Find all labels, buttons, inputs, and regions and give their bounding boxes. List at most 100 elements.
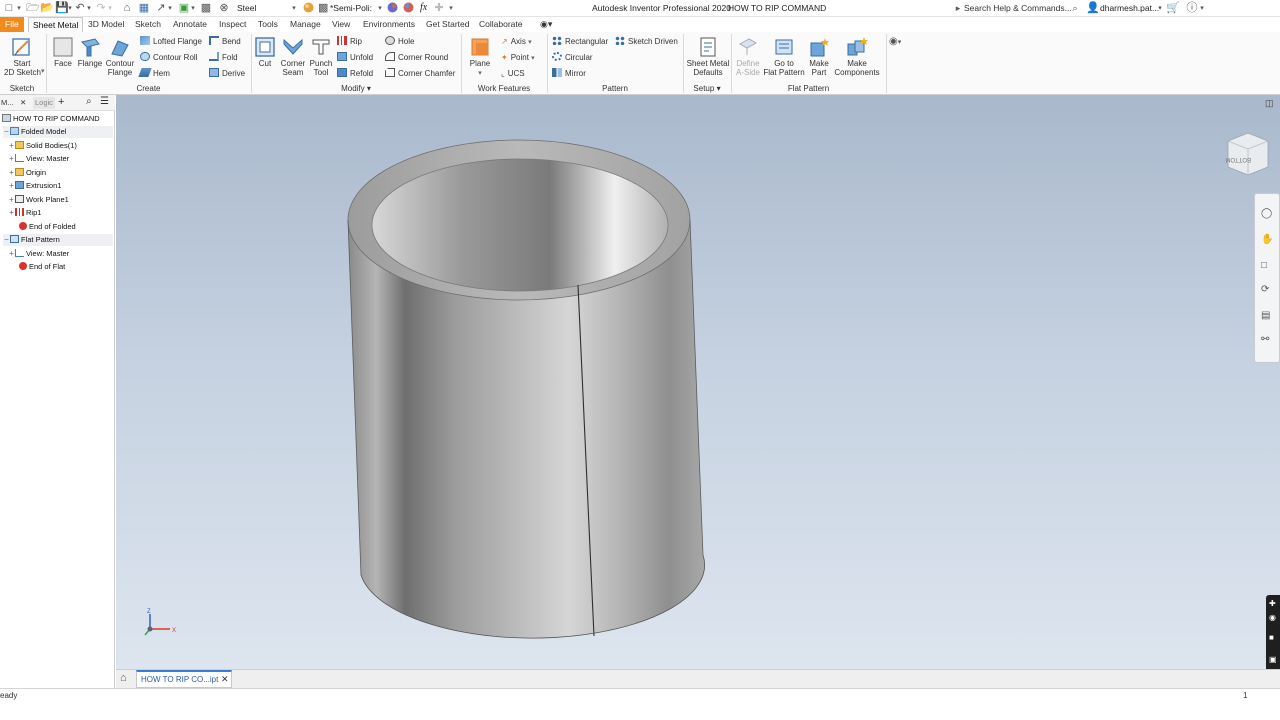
save-dropdown-icon[interactable]: ▾: [67, 2, 73, 15]
orbit-icon[interactable]: ⟳: [1261, 284, 1269, 295]
tab-get-started[interactable]: Get Started: [422, 17, 473, 32]
cut-button[interactable]: Cut: [254, 36, 276, 68]
axis-button[interactable]: ↗ Axis ▾: [501, 36, 532, 48]
plane-button[interactable]: Plane ▾: [466, 36, 494, 78]
define-a-side-button[interactable]: Define A-Side: [734, 36, 762, 77]
zoom-icon[interactable]: □: [1261, 260, 1267, 271]
browser-tab-logic[interactable]: Logic: [33, 97, 55, 109]
expand-icon[interactable]: +: [8, 140, 15, 152]
search-icon[interactable]: ⌕: [1070, 2, 1080, 15]
group-setup-button[interactable]: Setup ▾: [683, 83, 731, 95]
tab-annotate[interactable]: Annotate: [169, 17, 211, 32]
redo-dropdown-icon[interactable]: ▾: [107, 2, 113, 15]
select-dropdown-icon[interactable]: ▾: [167, 2, 173, 15]
tree-item-extrusion1[interactable]: + Extrusion1: [8, 180, 61, 192]
plus-icon[interactable]: ✚: [434, 2, 444, 15]
select-icon[interactable]: ↗: [155, 2, 167, 15]
ucs-button[interactable]: ⌞ UCS: [501, 68, 525, 79]
bend-button[interactable]: Bend: [209, 36, 241, 47]
save-icon[interactable]: 💾: [55, 2, 69, 15]
graphics-viewport[interactable]: BOTTOM ◯ ✋ □ ⟳ ▤ ⚯ ◫ Z X ✚ ◉ ■ ▣ ⚙: [116, 95, 1280, 695]
ribbon-options-icon[interactable]: ◉▾: [889, 36, 901, 48]
measure-icon[interactable]: ▩: [200, 2, 212, 15]
corner-round-button[interactable]: Corner Round: [385, 52, 448, 63]
properties-icon[interactable]: ▦: [138, 2, 150, 15]
pan-icon[interactable]: ✋: [1261, 234, 1273, 245]
fold-button[interactable]: Fold: [209, 52, 238, 63]
material-dropdown-icon[interactable]: ▾: [290, 2, 298, 15]
contour-flange-button[interactable]: Contour Flange: [104, 36, 136, 77]
search-help-input[interactable]: Search Help & Commands...: [964, 3, 1072, 14]
face-button[interactable]: Face: [50, 36, 76, 68]
redo-icon[interactable]: ↷: [95, 2, 107, 15]
tree-item-folded-model[interactable]: − Folded Model: [3, 126, 113, 138]
help-dropdown-icon[interactable]: ▾: [1198, 2, 1206, 15]
contour-roll-button[interactable]: Contour Roll: [140, 52, 197, 63]
appearance-ball-icon[interactable]: [302, 2, 314, 15]
browser-tab-model[interactable]: M...: [1, 97, 14, 109]
expand-icon[interactable]: +: [8, 167, 15, 179]
rip-button[interactable]: Rip: [337, 36, 362, 47]
derive-button[interactable]: Derive: [209, 68, 245, 79]
tab-file[interactable]: File: [0, 17, 24, 32]
make-part-button[interactable]: Make Part: [806, 36, 832, 77]
hole-button[interactable]: Hole: [385, 36, 414, 47]
undo-dropdown-icon[interactable]: ▾: [86, 2, 92, 15]
material-icon[interactable]: ⊗: [218, 2, 230, 15]
tab-inspect[interactable]: Inspect: [215, 17, 250, 32]
search-icon[interactable]: ⌕: [86, 96, 92, 108]
start-2d-sketch-button[interactable]: Start 2D Sketch: [4, 36, 41, 77]
tab-view[interactable]: View: [328, 17, 354, 32]
expand-icon[interactable]: +: [8, 207, 15, 219]
collapse-icon[interactable]: −: [3, 126, 10, 138]
lofted-flange-button[interactable]: Lofted Flange: [140, 36, 202, 47]
tab-collaborate[interactable]: Collaborate: [475, 17, 526, 32]
material-select[interactable]: Steel: [237, 3, 256, 14]
tab-sheet-metal[interactable]: Sheet Metal: [28, 17, 84, 32]
maximize-viewport-icon[interactable]: ◫: [1265, 98, 1274, 109]
new-icon[interactable]: □: [3, 2, 15, 15]
corner-seam-button[interactable]: Corner Seam: [278, 36, 308, 77]
sketch-driven-pattern-button[interactable]: Sketch Driven: [615, 36, 678, 47]
make-components-button[interactable]: Make Components: [833, 36, 881, 77]
tree-item-flat-pattern[interactable]: − Flat Pattern: [3, 234, 113, 246]
go-to-flat-pattern-button[interactable]: Go to Flat Pattern: [763, 36, 805, 77]
tab-manage[interactable]: Manage: [286, 17, 325, 32]
new-dropdown-icon[interactable]: ▾: [15, 2, 23, 15]
home-icon[interactable]: ⌂: [120, 672, 127, 684]
plus-icon[interactable]: ✚: [1269, 599, 1276, 608]
viewcube[interactable]: BOTTOM: [1224, 129, 1272, 179]
record-icon[interactable]: ■: [1269, 633, 1274, 642]
rectangular-pattern-button[interactable]: Rectangular: [552, 36, 608, 47]
close-icon[interactable]: ✕: [221, 674, 229, 685]
fx-parameters-button[interactable]: fx: [420, 2, 427, 13]
expand-icon[interactable]: +: [8, 153, 15, 165]
cart-icon[interactable]: 🛒: [1166, 2, 1180, 15]
add-browser-icon[interactable]: +: [58, 96, 64, 108]
tab-sketch[interactable]: Sketch: [131, 17, 165, 32]
tab-options-icon[interactable]: ◉▾: [536, 17, 556, 32]
tree-item-end-of-folded[interactable]: End of Folded: [19, 221, 76, 233]
image-icon[interactable]: ▣: [1269, 655, 1277, 664]
adjust-appearance-icon[interactable]: [386, 2, 398, 15]
expand-icon[interactable]: +: [8, 248, 15, 260]
sketch-dropdown-icon[interactable]: ▾: [41, 66, 45, 77]
home-icon[interactable]: ⌂: [121, 2, 133, 15]
expand-icon[interactable]: +: [8, 180, 15, 192]
close-icon[interactable]: ✕: [20, 97, 26, 109]
flange-button[interactable]: Flange: [77, 36, 103, 68]
look-at-icon[interactable]: ▤: [1261, 310, 1270, 321]
clear-appearance-icon[interactable]: [402, 2, 414, 15]
refold-button[interactable]: Refold: [337, 68, 373, 79]
help-icon[interactable]: ⓘ: [1186, 2, 1198, 15]
cylinder-model[interactable]: [116, 95, 1280, 669]
steering-wheel-icon[interactable]: ◯: [1261, 208, 1272, 219]
menu-icon[interactable]: ☰: [100, 96, 109, 108]
tree-item-solid-bodies[interactable]: + Solid Bodies(1): [8, 140, 77, 152]
hem-button[interactable]: Hem: [138, 68, 170, 79]
corner-chamfer-button[interactable]: Corner Chamfer: [385, 68, 455, 79]
tab-3d-model[interactable]: 3D Model: [84, 17, 128, 32]
camera-icon[interactable]: ◉: [1269, 613, 1276, 622]
tree-item-view-master[interactable]: + View: Master: [8, 153, 69, 165]
open-folder-icon[interactable]: 📂: [40, 2, 54, 15]
